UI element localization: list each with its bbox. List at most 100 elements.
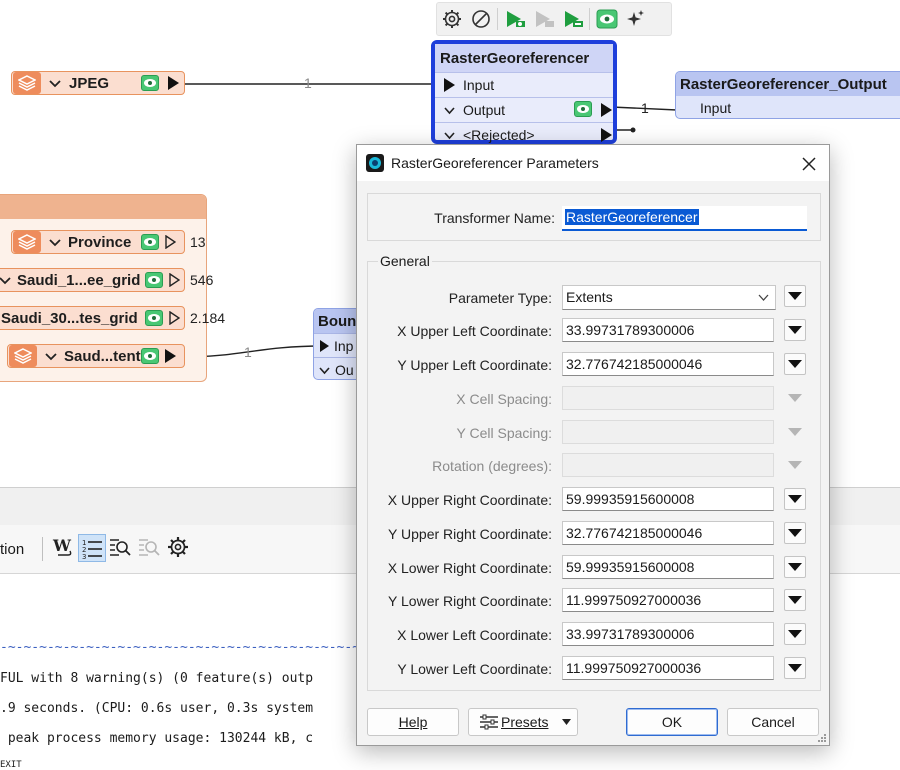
x-lower-left-coordinate-field[interactable]: 33.99731789300006	[562, 622, 774, 646]
input-port-label: Input	[700, 99, 732, 116]
help-button[interactable]: Help	[367, 708, 459, 736]
x-lower-right-coordinate-field[interactable]: 59.99935915600008	[562, 555, 774, 579]
cancel-button-label: Cancel	[751, 714, 795, 730]
output-port-arrow[interactable]	[168, 76, 180, 90]
inspect-eye-icon[interactable]	[140, 348, 159, 364]
layers-icon	[9, 345, 37, 367]
inspect-eye-icon[interactable]	[141, 234, 160, 250]
presets-button-label: Presets	[501, 714, 549, 730]
triangle-down-icon	[788, 664, 802, 672]
output-port[interactable]: Output	[435, 97, 613, 122]
inspect-eye-icon[interactable]	[574, 101, 592, 117]
triangle-down-icon	[788, 529, 802, 537]
field-menu-button[interactable]	[784, 353, 806, 375]
chevron-down-icon[interactable]	[47, 235, 63, 250]
inspect-eye-icon[interactable]	[141, 75, 160, 91]
log-line: .9 seconds. (CPU: 0.6s user, 0.3s system	[0, 701, 314, 716]
help-button-label: Help	[398, 714, 428, 730]
chevron-down-icon[interactable]	[47, 76, 63, 91]
y-lower-left-coordinate-field[interactable]: 11.999750927000036	[562, 656, 774, 680]
y-upper-right-coordinate-field[interactable]: 32.776742185000046	[562, 521, 774, 545]
parameters-dialog: RasterGeoreferencer Parameters Transform…	[356, 144, 830, 746]
node-title: RasterGeoreferencer_Output	[676, 72, 900, 96]
chevron-down-icon[interactable]	[0, 273, 13, 288]
selected-text: RasterGeoreferencer	[565, 209, 699, 225]
field-menu-button[interactable]	[784, 623, 806, 645]
output-port-hollow-arrow[interactable]	[165, 235, 177, 249]
line-numbers-icon[interactable]: 123	[78, 534, 106, 562]
sliders-icon	[480, 714, 498, 730]
rejected-port-arrow[interactable]	[601, 128, 612, 142]
svg-text:3: 3	[82, 553, 86, 561]
raster-georeferencer-node[interactable]: RasterGeoreferencer Input Output <Reject…	[431, 40, 617, 144]
y-upper-left-coordinate-field[interactable]: 32.776742185000046	[562, 352, 774, 376]
output-port-arrow[interactable]	[164, 349, 176, 363]
parameter-type-menu-button[interactable]	[784, 285, 806, 307]
triangle-down-icon	[788, 596, 802, 604]
close-icon[interactable]	[798, 153, 820, 175]
x-upper-right-coordinate-field[interactable]: 59.99935915600008	[562, 487, 774, 511]
saudi-grid-reader-node[interactable]: Saudi_1...ee_grid	[0, 268, 185, 292]
field-menu-button[interactable]	[784, 657, 806, 679]
inspect-eye-icon[interactable]	[145, 272, 164, 288]
gear-icon[interactable]	[167, 536, 189, 561]
field-menu-button	[784, 387, 806, 409]
toolbar-separator	[42, 537, 43, 561]
caret-down-icon	[562, 719, 572, 725]
parameter-type-select[interactable]: Extents	[562, 285, 776, 310]
find-icon[interactable]	[109, 536, 131, 561]
node-title: RasterGeoreferencer	[435, 44, 613, 72]
output-port-hollow-arrow[interactable]	[169, 273, 181, 287]
chevron-down-icon[interactable]	[444, 102, 456, 118]
field-menu-button[interactable]	[784, 488, 806, 510]
triangle-down-icon	[788, 292, 802, 300]
log-line: EXIT	[0, 760, 22, 770]
triangle-down-icon	[788, 461, 802, 469]
output-port-arrow[interactable]	[601, 103, 612, 117]
input-port[interactable]: Input	[435, 72, 613, 97]
svg-text:W: W	[52, 536, 72, 555]
chevron-down-icon	[758, 294, 769, 301]
ok-button[interactable]: OK	[626, 708, 718, 736]
chevron-down-icon[interactable]	[319, 362, 330, 378]
input-port-arrow	[444, 78, 455, 92]
output-writer-node[interactable]: RasterGeoreferencer_Output Input	[675, 71, 900, 119]
inspect-eye-icon[interactable]	[144, 310, 163, 326]
y-cell-spacing-field	[562, 420, 774, 444]
field-menu-button[interactable]	[784, 522, 806, 544]
field-menu-button[interactable]	[784, 589, 806, 611]
chevron-down-icon[interactable]	[43, 349, 59, 364]
triangle-down-icon	[788, 394, 802, 402]
saudi-grid-reader-label: Saudi_1...ee_grid	[17, 271, 141, 289]
resize-grip-icon[interactable]	[817, 733, 827, 743]
parameter-type-value: Extents	[566, 289, 613, 305]
presets-button[interactable]: Presets	[468, 708, 578, 736]
feature-count: 13	[190, 234, 206, 250]
general-legend: General	[378, 253, 432, 269]
filter-find-icon	[138, 536, 160, 561]
rejected-port-label: <Rejected>	[463, 127, 535, 143]
transformer-name-label: Transformer Name:	[434, 210, 555, 226]
feature-count: 2.184	[190, 310, 226, 326]
jpeg-reader-node[interactable]: JPEG	[11, 71, 185, 95]
output-port-hollow-arrow[interactable]	[169, 311, 180, 325]
y-lower-right-coordinate-field[interactable]: 11.999750927000036	[562, 588, 774, 612]
field-label: Y Lower Right Coordinate:	[388, 593, 552, 609]
field-menu-button[interactable]	[784, 319, 806, 341]
parameter-type-label: Parameter Type:	[448, 290, 552, 306]
chevron-down-icon[interactable]	[444, 127, 456, 143]
dialog-titlebar[interactable]: RasterGeoreferencer Parameters	[357, 145, 829, 181]
group-header[interactable]	[0, 195, 206, 219]
input-port-label: Input	[463, 77, 495, 93]
saudi-sites-grid-reader-node[interactable]: Saudi_30...tes_grid	[0, 306, 185, 330]
word-wrap-icon[interactable]: W	[52, 536, 74, 563]
cancel-button[interactable]: Cancel	[727, 708, 819, 736]
transformer-name-field[interactable]: RasterGeoreferencer	[562, 206, 807, 231]
province-reader-node[interactable]: Province	[11, 230, 185, 254]
field-label: Y Cell Spacing:	[456, 425, 552, 441]
x-upper-left-coordinate-field[interactable]: 33.99731789300006	[562, 318, 774, 342]
input-port-label: Inp	[334, 337, 354, 354]
saudi-extent-reader-node[interactable]: Saud...tent	[7, 344, 185, 368]
panel-tab-label[interactable]: tion	[0, 541, 24, 558]
field-menu-button[interactable]	[784, 556, 806, 578]
